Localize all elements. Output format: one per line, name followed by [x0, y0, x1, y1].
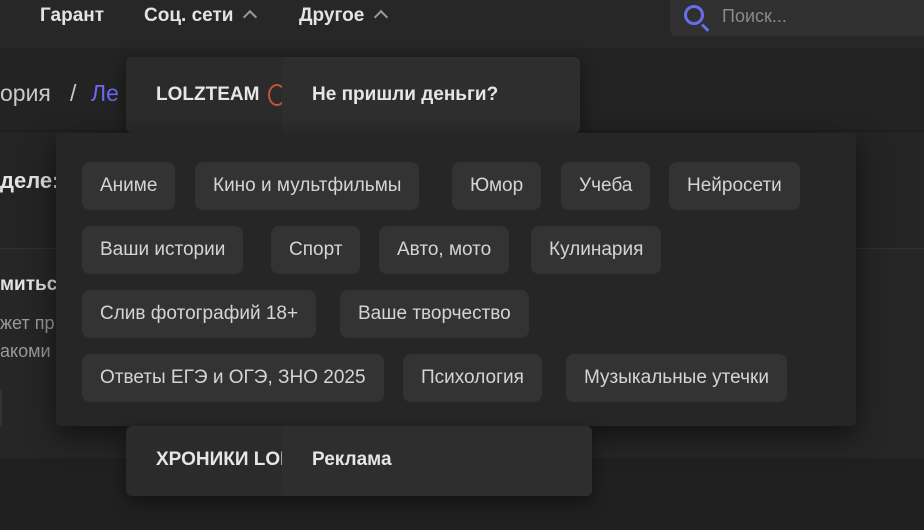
nav-item-other[interactable]: Другое [299, 5, 389, 27]
search-box[interactable]: Поиск... [670, 0, 924, 36]
nav-item-label: Соц. сети [144, 5, 234, 26]
category-tag[interactable]: Юмор [452, 162, 542, 210]
menu-item-lolzteam[interactable]: LOLZTEAM [156, 84, 259, 106]
category-tag[interactable]: Авто, мото [379, 226, 510, 274]
category-tag[interactable]: Музыкальные утечки [566, 354, 787, 402]
category-tag[interactable]: Нейросети [669, 162, 800, 210]
breadcrumb-link[interactable]: Ле [91, 80, 119, 107]
breadcrumb-separator: / [70, 80, 77, 106]
category-tag[interactable]: Спорт [271, 226, 361, 274]
top-nav-bar: Гарант Соц. сети Другое Поиск... [0, 0, 924, 48]
category-tag[interactable]: Психология [403, 354, 542, 402]
category-tag[interactable]: Ответы ЕГЭ и ОГЭ, ЗНО 2025 [82, 354, 384, 402]
category-tag[interactable]: Кулинария [531, 226, 662, 274]
section-heading: деле: [0, 168, 60, 193]
search-icon [684, 5, 704, 25]
nav-item-label: Другое [299, 5, 365, 26]
breadcrumb-item[interactable]: ория [0, 80, 51, 107]
category-tag[interactable]: Ваши истории [82, 226, 244, 274]
category-tag[interactable]: Аниме [82, 162, 176, 210]
content-button[interactable] [0, 388, 2, 428]
nav-item-label: Гарант [40, 5, 105, 26]
menu-item-chronicles[interactable]: ХРОНИКИ LOLZ [156, 449, 284, 471]
category-tag[interactable]: Слив фотографий 18+ [82, 290, 317, 338]
search-input[interactable]: Поиск... [722, 6, 787, 27]
nav-item-garant[interactable]: Гарант [40, 5, 104, 27]
menu-item-ads[interactable]: Реклама [312, 449, 392, 471]
chevron-up-icon [243, 9, 258, 25]
nav-item-social[interactable]: Соц. сети [144, 5, 258, 27]
category-tag[interactable]: Ваше творчество [340, 290, 529, 338]
category-tag[interactable]: Учеба [561, 162, 651, 210]
content-text: жет пр [0, 313, 55, 333]
category-tag[interactable]: Кино и мультфильмы [195, 162, 420, 210]
menu-item-money-not-received[interactable]: Не пришли деньги? [312, 84, 498, 106]
content-text: акоми [0, 341, 51, 361]
chevron-up-icon [374, 9, 389, 25]
